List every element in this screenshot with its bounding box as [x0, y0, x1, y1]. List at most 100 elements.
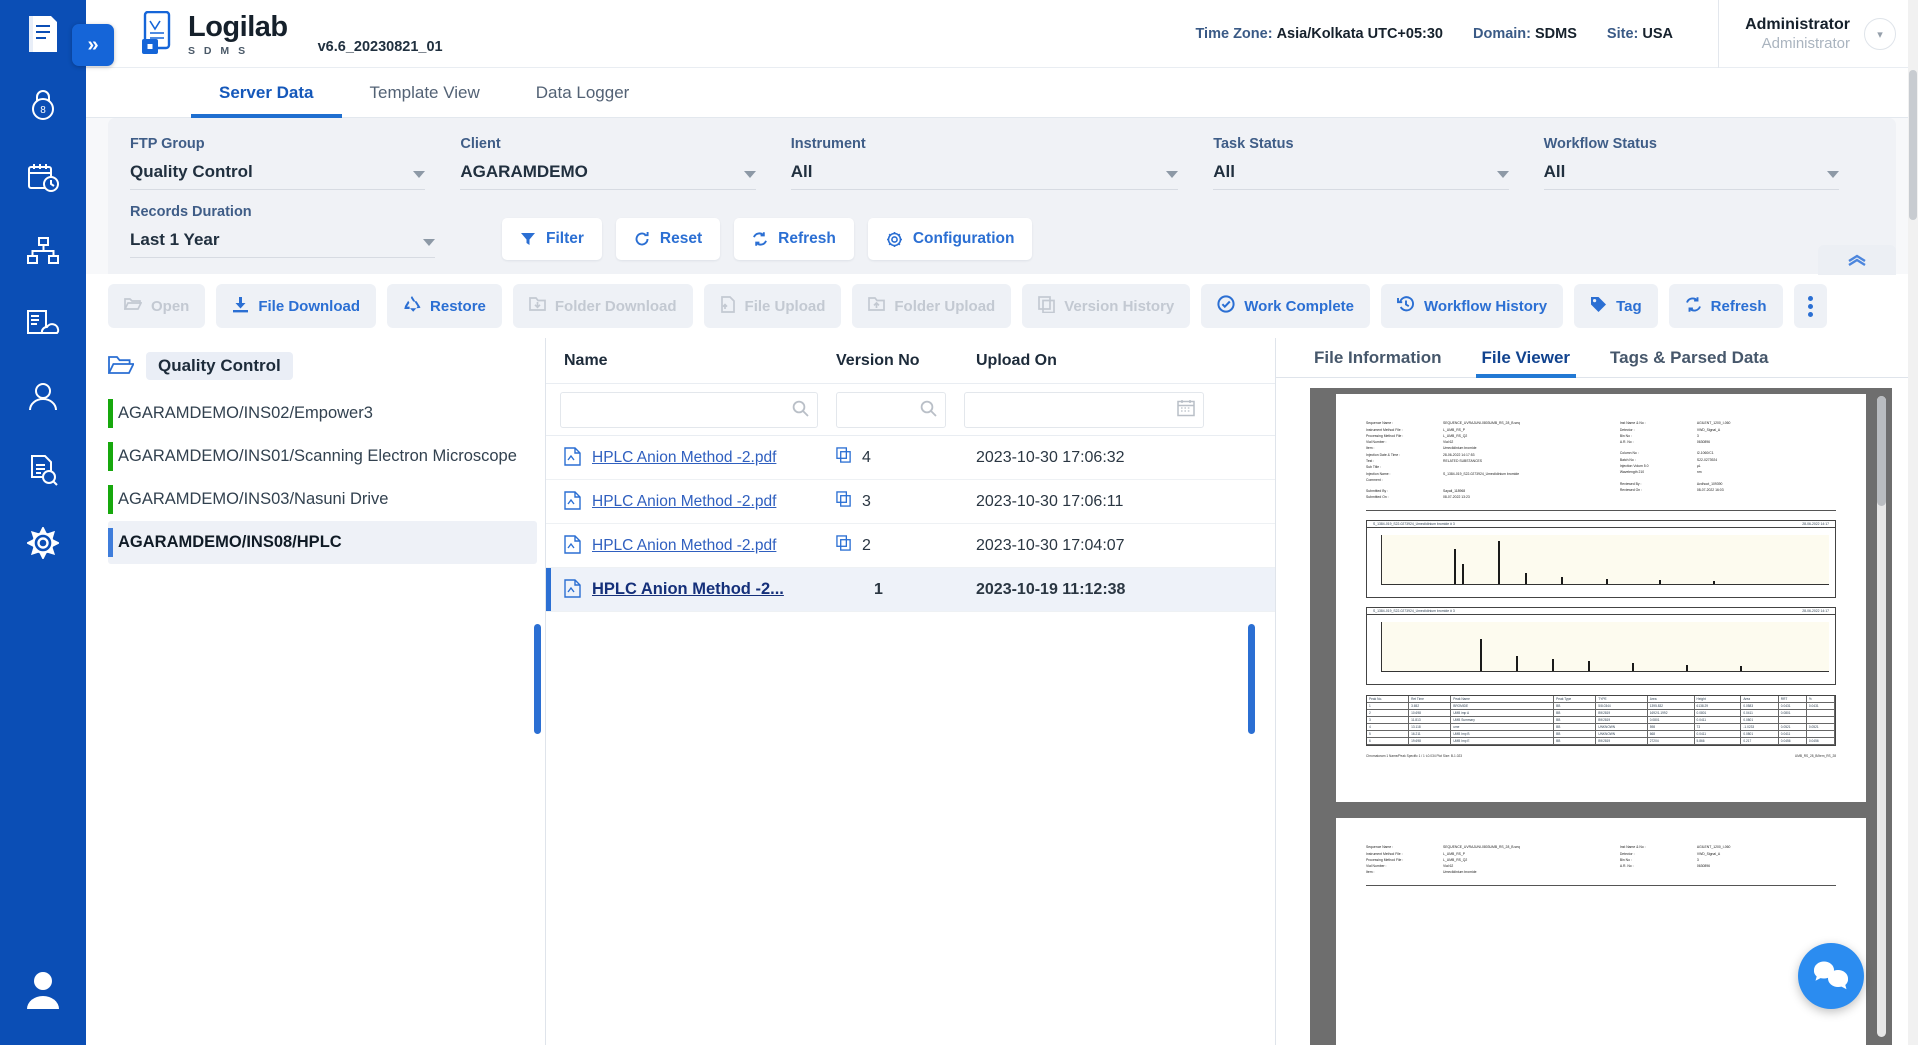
column-header-upload-on[interactable]: Upload On	[976, 352, 1275, 370]
file-list-scrollbar[interactable]	[1248, 624, 1255, 734]
pdf-scrollbar[interactable]	[1877, 396, 1886, 1037]
work-complete-button[interactable]: Work Complete	[1201, 284, 1371, 328]
file-upload-button[interactable]: File Upload	[703, 284, 842, 328]
copy-icon[interactable]	[836, 535, 852, 556]
filter-workflow-status-select[interactable]: All	[1543, 162, 1839, 190]
collapse-filters-button[interactable]	[1818, 245, 1896, 275]
table-row-selected[interactable]: HPLC Anion Method -2... 1 2023-10-19 11:…	[546, 568, 1275, 612]
sidebar-item-document-search[interactable]	[0, 433, 86, 506]
tab-file-information[interactable]: File Information	[1308, 338, 1448, 377]
filter-ftp-group-select[interactable]: Quality Control	[130, 162, 426, 190]
folder-upload-button[interactable]: Folder Upload	[852, 284, 1012, 328]
peak-col-header: Area	[1741, 695, 1779, 702]
tree-panel-scrollbar[interactable]	[534, 624, 541, 734]
tree-root[interactable]: Quality Control	[107, 352, 537, 380]
sidebar-profile[interactable]	[0, 935, 86, 1045]
sidebar-item-settings[interactable]	[0, 506, 86, 579]
refresh-icon	[1685, 296, 1702, 317]
sidebar-item-lock[interactable]: 8	[0, 68, 86, 141]
filter-workflow-status-value: All	[1543, 162, 1566, 181]
file-upload-icon	[720, 295, 736, 317]
toolbar-refresh-button[interactable]: Refresh	[1668, 284, 1783, 328]
file-download-button[interactable]: File Download	[216, 284, 377, 328]
column-header-name[interactable]: Name	[546, 352, 836, 370]
sidebar-item-server-cloud[interactable]	[0, 287, 86, 360]
user-menu[interactable]: Administrator Administrator ▾	[1718, 0, 1896, 68]
filter-card: FTP Group Quality Control Client AGARAMD…	[108, 118, 1896, 275]
pdf-document-area[interactable]: Sequence Name : SEQUENCE_UVRAJUNI-0803UMB…	[1310, 388, 1892, 1045]
peak-cell	[1807, 716, 1835, 723]
file-name-cell[interactable]: HPLC Anion Method -2.pdf	[546, 446, 836, 469]
tab-file-viewer[interactable]: File Viewer	[1475, 338, 1577, 379]
file-name-cell[interactable]: HPLC Anion Method -2.pdf	[546, 490, 836, 513]
sidebar-item-calendar-clock[interactable]	[0, 141, 86, 214]
folder-download-button[interactable]: Folder Download	[512, 284, 693, 328]
tab-template-view[interactable]: Template View	[342, 68, 508, 117]
file-name-cell[interactable]: HPLC Anion Method -2.pdf	[546, 534, 836, 557]
file-version-value: 1	[874, 580, 883, 598]
tree-node[interactable]: AGARAMDEMO/INS03/Nasuni Drive	[108, 478, 537, 521]
tag-button[interactable]: Tag	[1574, 284, 1658, 328]
peak-cell: 0.0521	[1807, 723, 1835, 730]
reset-button[interactable]: Reset	[615, 218, 721, 260]
table-row[interactable]: HPLC Anion Method -2.pdf 4 2023-10-30 17…	[546, 436, 1275, 480]
filter-records-duration-select[interactable]: Last 1 Year	[130, 230, 435, 258]
meta-key: A.R. No :	[1619, 440, 1634, 445]
copy-icon[interactable]	[836, 491, 852, 512]
date-filter-input[interactable]	[964, 391, 1204, 428]
filter-client-value: AGARAMDEMO	[460, 162, 588, 181]
meta-key: Wavelength 210	[1619, 470, 1645, 475]
name-search-input[interactable]	[560, 391, 818, 428]
restore-button[interactable]: Restore	[387, 284, 502, 328]
file-name-link[interactable]: HPLC Anion Method -2.pdf	[592, 493, 776, 511]
history-icon	[1397, 295, 1415, 317]
peak-table-row: 3 11.813 UMB Summary BB B9/2819 0.0801 0…	[1367, 716, 1835, 724]
filter-task-status-select[interactable]: All	[1213, 162, 1509, 190]
chevron-down-icon[interactable]: ▾	[1864, 18, 1896, 50]
more-options-button[interactable]	[1793, 284, 1827, 328]
meta-value: VWD_Signal_A	[1696, 427, 1721, 432]
chevron-down-icon	[1166, 171, 1179, 178]
filter-button[interactable]: Filter	[502, 218, 602, 260]
refresh-button[interactable]: Refresh	[734, 218, 854, 260]
tab-server-data[interactable]: Server Data	[191, 68, 342, 118]
filter-client-select[interactable]: AGARAMDEMO	[460, 162, 756, 190]
filter-instrument-select[interactable]: All	[790, 162, 1179, 190]
copy-icon[interactable]	[836, 447, 852, 468]
table-row[interactable]: HPLC Anion Method -2.pdf 3 2023-10-30 17…	[546, 480, 1275, 524]
peak-cell: 668	[1648, 730, 1695, 737]
peak-cell: 5.866	[1695, 737, 1742, 744]
page-scrollbar[interactable]	[1908, 0, 1918, 1045]
file-version-cell: 3	[836, 491, 976, 512]
chevron-down-icon	[1826, 171, 1839, 178]
chat-bubbles-icon	[1812, 958, 1850, 995]
peak-cell: UNKNOWN	[1596, 730, 1648, 737]
file-name-link[interactable]: HPLC Anion Method -2.pdf	[592, 537, 776, 555]
tab-tags-parsed-data[interactable]: Tags & Parsed Data	[1604, 338, 1774, 377]
peak-cell	[1779, 716, 1807, 723]
file-name-link[interactable]: HPLC Anion Method -2.pdf	[592, 449, 776, 467]
tree-node[interactable]: AGARAMDEMO/INS02/Empower3	[108, 392, 537, 435]
file-name-link[interactable]: HPLC Anion Method -2...	[592, 580, 784, 599]
file-version-cell: 1	[836, 581, 976, 599]
workflow-history-button[interactable]: Workflow History	[1381, 284, 1564, 328]
configuration-button[interactable]: Configuration	[867, 218, 1033, 260]
column-header-version[interactable]: Version No	[836, 352, 976, 370]
table-row[interactable]: HPLC Anion Method -2.pdf 2 2023-10-30 17…	[546, 524, 1275, 568]
version-history-button[interactable]: Version History	[1022, 284, 1191, 328]
tree-node-selected[interactable]: AGARAMDEMO/INS08/HPLC	[108, 521, 537, 564]
version-search-input[interactable]	[836, 391, 946, 428]
file-uploaded-cell: 2023-10-30 17:06:11	[976, 492, 1124, 510]
reset-icon	[634, 231, 650, 247]
tree-node[interactable]: AGARAMDEMO/INS01/Scanning Electron Micro…	[108, 435, 537, 478]
sidebar-expand-toggle[interactable]: »	[72, 24, 114, 66]
open-button[interactable]: Open	[108, 284, 206, 328]
file-name-cell[interactable]: HPLC Anion Method -2...	[546, 578, 836, 601]
chat-support-button[interactable]	[1798, 943, 1864, 1009]
sidebar-item-hierarchy[interactable]	[0, 214, 86, 287]
header-site: Site: USA	[1607, 26, 1673, 42]
sidebar-item-user[interactable]	[0, 360, 86, 433]
copy-icon	[1038, 295, 1056, 317]
tab-data-logger[interactable]: Data Logger	[508, 68, 658, 117]
funnel-icon	[520, 231, 536, 247]
